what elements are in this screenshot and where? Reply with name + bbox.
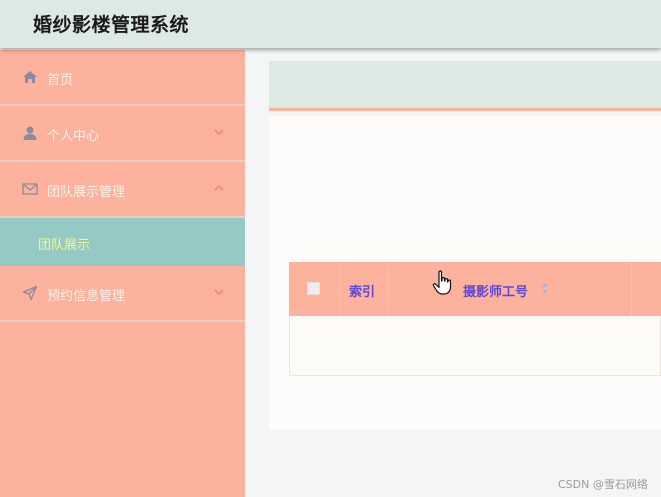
table-body bbox=[289, 316, 661, 376]
column-divider bbox=[387, 262, 388, 316]
send-icon bbox=[22, 285, 38, 301]
sidebar-item-label: 团队展示管理 bbox=[47, 185, 126, 200]
chevron-up-icon[interactable] bbox=[213, 182, 225, 194]
select-all-checkbox[interactable] bbox=[307, 282, 320, 295]
watermark: CSDN @雪石网络 bbox=[558, 478, 648, 491]
app-title: 婚纱影楼管理系统 bbox=[33, 14, 190, 36]
sidebar-item-personal-center[interactable]: 个人中心 bbox=[0, 106, 245, 162]
sidebar-item-label: 个人中心 bbox=[47, 129, 100, 144]
sidebar-item-team-display-management[interactable]: 团队展示管理 bbox=[0, 162, 245, 218]
app-header: 婚纱影楼管理系统 bbox=[0, 0, 661, 48]
sidebar-subitem-team-display[interactable]: 团队展示 bbox=[0, 218, 245, 266]
sidebar-item-home[interactable]: 首页 bbox=[0, 50, 245, 106]
chevron-down-icon[interactable] bbox=[213, 126, 225, 138]
sidebar-item-booking-management[interactable]: 预约信息管理 bbox=[0, 266, 245, 322]
column-divider bbox=[339, 262, 340, 316]
table-header: 索引 摄影师工号 bbox=[289, 262, 661, 316]
sidebar-subitem-label: 团队展示 bbox=[38, 238, 91, 253]
sort-icon[interactable] bbox=[541, 282, 549, 295]
sidebar-item-label: 首页 bbox=[47, 73, 74, 88]
hand-cursor-icon bbox=[432, 270, 452, 295]
home-icon bbox=[23, 71, 37, 83]
chevron-down-icon[interactable] bbox=[213, 286, 225, 298]
column-divider bbox=[631, 262, 632, 316]
mail-icon bbox=[22, 183, 38, 195]
breadcrumb-bar bbox=[269, 61, 661, 111]
column-header-photographer-id[interactable]: 摄影师工号 bbox=[463, 281, 528, 300]
column-header-index: 索引 bbox=[349, 285, 376, 300]
sidebar-item-label: 预约信息管理 bbox=[47, 289, 126, 304]
sidebar: 首页 个人中心 团队展示管理 团队展示 预约信息管理 bbox=[0, 50, 245, 497]
user-icon bbox=[23, 126, 37, 140]
